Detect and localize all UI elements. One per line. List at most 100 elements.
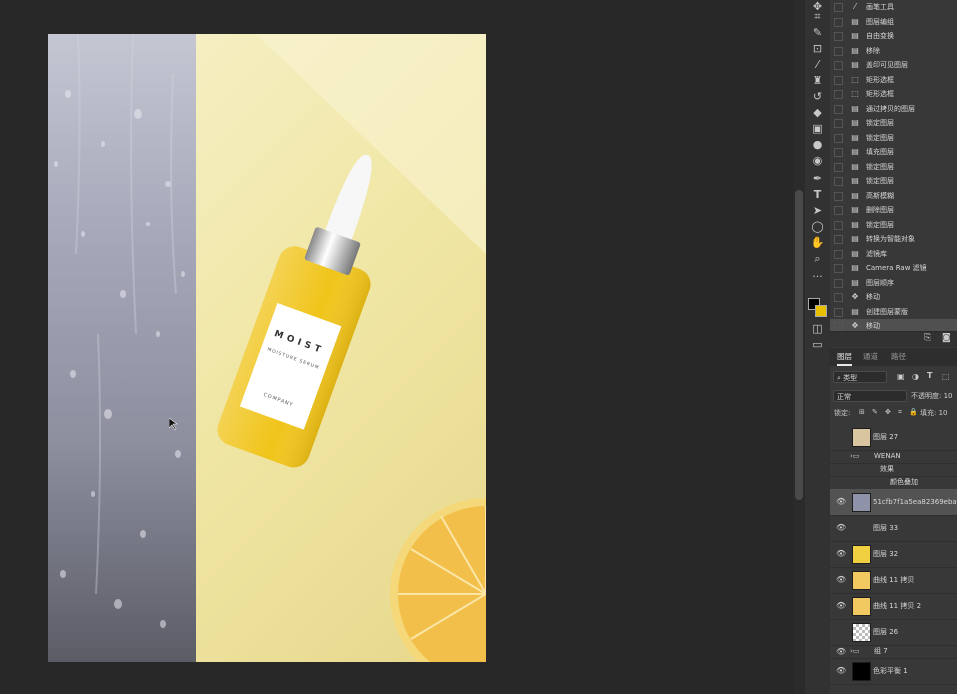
opacity-field[interactable]: 不透明度: 10 [911, 391, 953, 401]
canvas-area[interactable]: MOIST MOISTURE SERUM COMPANY [0, 0, 793, 694]
adjustment-filter-icon[interactable]: ◑ [912, 372, 919, 381]
visibility-toggle[interactable] [836, 452, 846, 461]
lock-all-icon[interactable]: 🔒 [909, 408, 918, 416]
more-icon[interactable]: ··· [809, 270, 826, 284]
history-item[interactable]: ▤ 图层顺序 [830, 276, 957, 291]
blend-mode-dropdown[interactable]: 正常 [833, 390, 907, 402]
type-filter-icon[interactable]: T [927, 371, 932, 380]
layer-row[interactable]: 👁 图层 32 [830, 541, 957, 568]
layer-row[interactable]: 👁 51cfb7f1a5ea82369eba6 [830, 489, 957, 516]
history-item[interactable]: ▤ 锁定图层 [830, 131, 957, 146]
eye-icon[interactable]: 👁 [836, 666, 846, 675]
dodge-icon[interactable]: ◉ [809, 154, 826, 168]
history-item[interactable]: ▤ 滤镜库 [830, 247, 957, 262]
pixel-filter-icon[interactable]: ▣ [897, 372, 905, 381]
scrollbar-thumb[interactable] [795, 190, 803, 500]
lock-artboard-icon[interactable]: ⌗ [898, 408, 902, 417]
eye-icon[interactable]: 👁 [836, 647, 846, 656]
history-snapshot-checkbox[interactable] [834, 278, 843, 288]
history-snapshot-checkbox[interactable] [834, 148, 843, 157]
layer-row[interactable]: 👁 图层 33 [830, 515, 957, 542]
layer-filter-dropdown[interactable]: ⌕ 类型 [833, 371, 887, 383]
layer-row[interactable]: 颜色叠加 [830, 476, 957, 490]
history-item[interactable]: ▤ 自由变换 [830, 29, 957, 44]
history-snapshot-checkbox[interactable] [834, 322, 843, 331]
history-item[interactable]: ▤ 锁定图层 [830, 218, 957, 233]
tab-paths[interactable]: 路径 [891, 351, 906, 362]
blur-icon[interactable]: ● [809, 138, 826, 152]
visibility-toggle[interactable] [836, 465, 846, 474]
history-snapshot-checkbox[interactable] [834, 17, 843, 27]
lock-position-icon[interactable]: ✥ [885, 408, 891, 416]
visibility-toggle[interactable] [836, 432, 846, 441]
type-icon[interactable]: T [809, 188, 826, 202]
history-snapshot-checkbox[interactable] [834, 293, 843, 302]
shape-filter-icon[interactable]: ⬚ [942, 372, 950, 381]
snapshot-camera-icon[interactable]: ◙ [942, 333, 951, 343]
screen-mode-icon[interactable]: ▭ [809, 338, 826, 352]
history-item[interactable]: ▤ Camera Raw 滤镜 [830, 261, 957, 276]
history-item[interactable]: ▤ 移除 [830, 44, 957, 59]
history-item[interactable]: ▤ 填充图层 [830, 145, 957, 160]
eye-icon[interactable]: 👁 [836, 497, 846, 506]
history-item[interactable]: ▤ 锁定图层 [830, 174, 957, 189]
eye-icon[interactable]: 👁 [836, 601, 846, 610]
layer-row[interactable]: 👁 曲线 11 拷贝 [830, 567, 957, 594]
history-snapshot-checkbox[interactable] [834, 46, 843, 56]
folder-icon[interactable]: ›▭ [850, 450, 859, 463]
gradient-icon[interactable]: ▣ [809, 122, 826, 136]
eraser-icon[interactable]: ◆ [809, 106, 826, 120]
tab-layers[interactable]: 图层 [837, 351, 852, 366]
hand-icon[interactable]: ✋ [809, 236, 826, 250]
folder-icon[interactable]: ›▭ [850, 645, 859, 658]
eye-icon[interactable]: 👁 [836, 549, 846, 558]
history-snapshot-checkbox[interactable] [834, 75, 843, 85]
layer-row[interactable]: 图层 27 [830, 424, 957, 451]
history-snapshot-checkbox[interactable] [834, 235, 843, 244]
history-snapshot-checkbox[interactable] [834, 119, 843, 128]
layer-row[interactable]: 👁 曲线 11 拷贝 2 [830, 593, 957, 620]
new-document-from-state-icon[interactable]: ⎘ [924, 333, 931, 343]
eye-icon[interactable]: 👁 [836, 523, 846, 532]
history-item[interactable]: ▤ 高斯模糊 [830, 189, 957, 204]
brush-icon[interactable]: ⁄ [809, 58, 826, 72]
history-snapshot-checkbox[interactable] [834, 61, 843, 70]
history-snapshot-checkbox[interactable] [834, 220, 843, 230]
lock-transparency-icon[interactable]: ⊞ [859, 408, 865, 416]
history-snapshot-checkbox[interactable] [834, 32, 843, 41]
history-snapshot-checkbox[interactable] [834, 3, 843, 12]
history-snapshot-checkbox[interactable] [834, 177, 843, 186]
history-item[interactable]: ⬚ 矩形选框 [830, 87, 957, 102]
zoom-icon[interactable]: ⌕ [809, 252, 826, 266]
history-snapshot-checkbox[interactable] [834, 90, 843, 99]
layer-row[interactable]: 图层 26 [830, 619, 957, 646]
lock-paint-icon[interactable]: ✎ [872, 408, 878, 416]
history-item[interactable]: ✥ 移动 [830, 290, 957, 305]
history-snapshot-checkbox[interactable] [834, 264, 843, 273]
crop-icon[interactable]: ⌗ [809, 10, 826, 24]
document-canvas[interactable]: MOIST MOISTURE SERUM COMPANY [48, 34, 486, 662]
history-snapshot-checkbox[interactable] [834, 307, 843, 317]
history-snapshot-checkbox[interactable] [834, 133, 843, 143]
history-item[interactable]: ▤ 锁定图层 [830, 160, 957, 175]
canvas-vertical-scrollbar[interactable] [793, 0, 805, 694]
history-item[interactable]: ▤ 创建图层蒙版 [830, 305, 957, 320]
pen-icon[interactable]: ✒ [809, 172, 826, 186]
history-item[interactable]: ▤ 图层编组 [830, 15, 957, 30]
history-snapshot-checkbox[interactable] [834, 191, 843, 201]
background-color-swatch[interactable] [815, 305, 827, 317]
history-snapshot-checkbox[interactable] [834, 206, 843, 215]
history-snapshot-checkbox[interactable] [834, 249, 843, 259]
history-item[interactable]: ▤ 盖印可见图层 [830, 58, 957, 73]
history-brush-icon[interactable]: ↺ [809, 90, 826, 104]
layer-row[interactable]: ›▭ WENAN [830, 450, 957, 464]
layer-row[interactable]: 👁 ›▭ 组 7 [830, 645, 957, 659]
visibility-toggle[interactable] [836, 627, 846, 636]
history-snapshot-checkbox[interactable] [834, 104, 843, 114]
history-item[interactable]: ▤ 删除图层 [830, 203, 957, 218]
history-item[interactable]: ⬚ 矩形选框 [830, 73, 957, 88]
patch-icon[interactable]: ⊡ [809, 42, 826, 56]
eye-icon[interactable]: 👁 [836, 575, 846, 584]
visibility-toggle[interactable] [836, 478, 846, 487]
history-item[interactable]: ▤ 锁定图层 [830, 116, 957, 131]
